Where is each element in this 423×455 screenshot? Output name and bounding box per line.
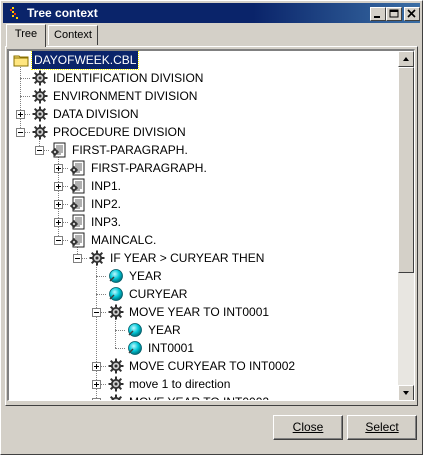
- tree-node-label[interactable]: INT0001: [146, 339, 196, 357]
- tree-node-label[interactable]: MOVE YEAR TO INT0001: [127, 303, 271, 321]
- app-icon: [10, 7, 18, 19]
- paragraph-icon: [70, 178, 86, 194]
- tree-node[interactable]: INP1.: [9, 177, 397, 195]
- tree-node-label[interactable]: IDENTIFICATION DIVISION: [51, 69, 205, 87]
- expand-icon[interactable]: [54, 164, 63, 173]
- close-window-button[interactable]: [404, 7, 420, 21]
- expand-icon[interactable]: [16, 110, 25, 119]
- collapse-icon[interactable]: [35, 146, 44, 155]
- tree-content: DAYOFWEEK.CBL IDENTIFICATION DIVISION ENVI…: [9, 51, 397, 400]
- tree-node[interactable]: INP2.: [9, 195, 397, 213]
- variable-icon: [127, 340, 143, 356]
- tree-node-label[interactable]: IF YEAR > CURYEAR THEN: [108, 249, 266, 267]
- tree-node-label[interactable]: MOVE YEAR TO INT0002: [127, 393, 271, 400]
- paragraph-icon: [51, 142, 67, 158]
- tree-node-label[interactable]: DAYOFWEEK.CBL: [30, 51, 140, 70]
- tree-node[interactable]: DATA DIVISION: [9, 105, 397, 123]
- expand-icon[interactable]: [54, 200, 63, 209]
- maximize-button[interactable]: [386, 7, 402, 21]
- gear-icon: [108, 376, 124, 392]
- paragraph-icon: [70, 214, 86, 230]
- tree-context-window: Tree context Tree Context DAYOFWEEK.CBL I…: [0, 0, 423, 455]
- tree-node-label[interactable]: INP3.: [89, 213, 123, 231]
- minimize-icon: [374, 16, 380, 18]
- tab-context[interactable]: Context: [48, 25, 98, 45]
- close-button[interactable]: Close: [273, 415, 343, 440]
- scroll-down-button[interactable]: [398, 385, 414, 400]
- tree-node-label[interactable]: FIRST-PARAGRAPH.: [70, 141, 190, 159]
- tree-node-label[interactable]: move 1 to direction: [127, 375, 232, 393]
- tree-node[interactable]: YEAR: [9, 267, 397, 285]
- tree-node-label[interactable]: CURYEAR: [127, 285, 189, 303]
- tree-node[interactable]: IF YEAR > CURYEAR THEN: [9, 249, 397, 267]
- tree-view[interactable]: DAYOFWEEK.CBL IDENTIFICATION DIVISION ENVI…: [7, 49, 415, 401]
- scrollbar-thumb[interactable]: [398, 67, 414, 273]
- folder-icon: [13, 52, 29, 68]
- tree-node-label[interactable]: INP2.: [89, 195, 123, 213]
- tree-node[interactable]: PROCEDURE DIVISION: [9, 123, 397, 141]
- select-button[interactable]: Select: [347, 415, 417, 440]
- scroll-up-button[interactable]: [398, 51, 414, 67]
- tree-node[interactable]: MOVE CURYEAR TO INT0002: [9, 357, 397, 375]
- expand-icon[interactable]: [92, 362, 101, 371]
- paragraph-icon: [70, 196, 86, 212]
- expand-icon[interactable]: [92, 380, 101, 389]
- gear-icon: [89, 250, 105, 266]
- paragraph-icon: [70, 160, 86, 176]
- expand-icon[interactable]: [54, 182, 63, 191]
- variable-icon: [108, 286, 124, 302]
- close-icon: [407, 9, 416, 18]
- tree-node[interactable]: IDENTIFICATION DIVISION: [9, 69, 397, 87]
- vertical-scrollbar[interactable]: [398, 51, 414, 400]
- title-bar[interactable]: Tree context: [3, 3, 420, 23]
- tree-node[interactable]: FIRST-PARAGRAPH.: [9, 159, 397, 177]
- tree-node-label[interactable]: INP1.: [89, 177, 123, 195]
- maximize-icon: [389, 9, 399, 18]
- arrow-down-icon: [403, 391, 409, 395]
- gear-icon: [32, 88, 48, 104]
- variable-icon: [108, 268, 124, 284]
- window-title: Tree context: [27, 6, 98, 20]
- tree-node[interactable]: MOVE YEAR TO INT0001: [9, 303, 397, 321]
- gear-icon: [108, 304, 124, 320]
- gear-icon: [108, 358, 124, 374]
- gear-icon: [32, 106, 48, 122]
- tree-node-label[interactable]: MOVE CURYEAR TO INT0002: [127, 357, 297, 375]
- tab-tree[interactable]: Tree: [6, 24, 46, 47]
- tree-node[interactable]: move 1 to direction: [9, 375, 397, 393]
- tree-node[interactable]: CURYEAR: [9, 285, 397, 303]
- tree-node-label[interactable]: MAINCALC.: [89, 231, 158, 249]
- tree-node-label[interactable]: YEAR: [127, 267, 164, 285]
- expand-icon[interactable]: [92, 398, 101, 400]
- gear-icon: [32, 124, 48, 140]
- tree-node[interactable]: MOVE YEAR TO INT0002: [9, 393, 397, 400]
- tree-node[interactable]: MAINCALC.: [9, 231, 397, 249]
- tree-node[interactable]: ENVIRONMENT DIVISION: [9, 87, 397, 105]
- variable-icon: [127, 322, 143, 338]
- tree-node-label[interactable]: ENVIRONMENT DIVISION: [51, 87, 199, 105]
- collapse-icon[interactable]: [16, 128, 25, 137]
- tree-node[interactable]: INP3.: [9, 213, 397, 231]
- tree-node[interactable]: FIRST-PARAGRAPH.: [9, 141, 397, 159]
- tree-node[interactable]: DAYOFWEEK.CBL: [9, 51, 397, 70]
- select-button-label: Select: [365, 420, 399, 434]
- tree-node[interactable]: YEAR: [9, 321, 397, 339]
- close-button-label: Close: [292, 420, 324, 434]
- collapse-icon[interactable]: [92, 308, 101, 317]
- tree-node-label[interactable]: YEAR: [146, 321, 183, 339]
- arrow-up-icon: [403, 57, 409, 61]
- tree-node[interactable]: INT0001: [9, 339, 397, 357]
- collapse-icon[interactable]: [54, 236, 63, 245]
- collapse-icon[interactable]: [73, 254, 82, 263]
- tree-node-label[interactable]: PROCEDURE DIVISION: [51, 123, 188, 141]
- tree-node-label[interactable]: DATA DIVISION: [51, 105, 141, 123]
- paragraph-icon: [70, 232, 86, 248]
- expand-icon[interactable]: [54, 218, 63, 227]
- minimize-button[interactable]: [370, 7, 386, 21]
- tree-node-label[interactable]: FIRST-PARAGRAPH.: [89, 159, 209, 177]
- gear-icon: [32, 70, 48, 86]
- gear-icon: [108, 394, 124, 400]
